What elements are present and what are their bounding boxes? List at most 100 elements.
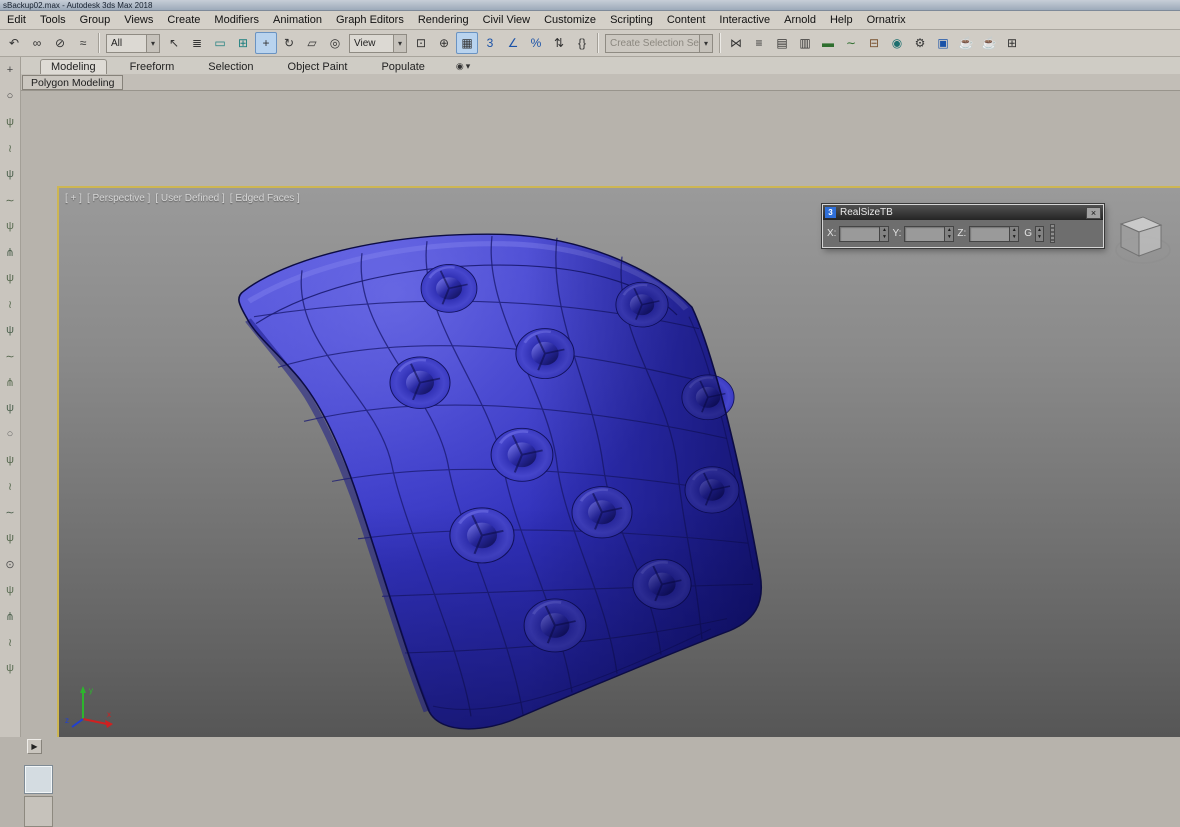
unlink-selection-icon[interactable]: ⊘ <box>49 32 71 54</box>
x-value-field[interactable]: ▲ ▼ <box>839 226 889 242</box>
perspective-viewport[interactable]: [ + ] [ Perspective ] [ User Defined ] [… <box>57 186 1180 737</box>
reference-coordinate-dropdown[interactable]: View ▾ <box>349 34 407 53</box>
rendered-frame-icon[interactable]: ▣ <box>932 32 954 54</box>
viewport-user-menu[interactable]: [ User Defined ] <box>155 193 224 204</box>
g-spinner[interactable]: ▲ ▼ <box>1035 226 1044 242</box>
cushion-model[interactable] <box>239 234 761 729</box>
left-tool-icon[interactable]: ∼ <box>2 499 19 525</box>
realsize-dialog-titlebar[interactable]: 3 RealSizeTB × <box>823 205 1103 220</box>
tab-object-paint[interactable]: Object Paint <box>277 59 359 74</box>
z-value-field[interactable]: ▲ ▼ <box>969 226 1019 242</box>
select-and-move-icon[interactable]: + <box>255 32 277 54</box>
menu-scripting[interactable]: Scripting <box>603 12 660 29</box>
spinner-up-icon[interactable]: ▲ <box>880 227 888 234</box>
left-tool-icon[interactable]: ψ <box>2 447 19 473</box>
spinner-up-icon[interactable]: ▲ <box>1036 227 1043 234</box>
menu-content[interactable]: Content <box>660 12 713 29</box>
left-tool-icon[interactable]: ⋔ <box>2 603 19 629</box>
tab-modeling[interactable]: Modeling <box>40 59 107 74</box>
select-and-rotate-icon[interactable]: ↻ <box>278 32 300 54</box>
spinner-snap-icon[interactable]: ⇅ <box>548 32 570 54</box>
tab-freeform[interactable]: Freeform <box>119 59 186 74</box>
left-tool-icon[interactable]: ≀ <box>2 629 19 655</box>
dialog-grip[interactable] <box>1050 224 1055 243</box>
render-setup-icon[interactable]: ⚙ <box>909 32 931 54</box>
menu-civil-view[interactable]: Civil View <box>476 12 537 29</box>
menu-animation[interactable]: Animation <box>266 12 329 29</box>
material-editor-icon[interactable]: ◉ <box>886 32 908 54</box>
viewport-general-menu[interactable]: [ + ] <box>65 193 82 204</box>
polygon-modeling-panel-tab[interactable]: Polygon Modeling <box>22 75 123 90</box>
expand-arrow-button[interactable]: ▶ <box>27 739 42 754</box>
scene-explorer-icon[interactable]: ▥ <box>794 32 816 54</box>
left-tool-icon[interactable]: ∼ <box>2 343 19 369</box>
menu-interactive[interactable]: Interactive <box>712 12 777 29</box>
ribbon-toggle-icon[interactable]: ▬ <box>817 32 839 54</box>
percent-snap-icon[interactable]: % <box>525 32 547 54</box>
y-spinner[interactable]: ▲ ▼ <box>944 227 953 241</box>
viewcube-cube[interactable] <box>1121 217 1161 256</box>
mirror-icon[interactable]: ⋈ <box>725 32 747 54</box>
left-tool-icon[interactable]: ≀ <box>2 291 19 317</box>
left-tool-icon[interactable]: ψ <box>2 265 19 291</box>
viewport-pov-menu[interactable]: [ Perspective ] <box>87 193 150 204</box>
left-tool-icon[interactable]: ψ <box>2 213 19 239</box>
menu-create[interactable]: Create <box>160 12 207 29</box>
left-tool-icon[interactable]: + <box>2 57 19 83</box>
left-tool-icon[interactable]: ≀ <box>2 135 19 161</box>
left-tool-icon[interactable]: ⋔ <box>2 239 19 265</box>
spinner-down-icon[interactable]: ▼ <box>945 234 953 241</box>
left-tool-icon[interactable]: ψ <box>2 525 19 551</box>
y-value-field[interactable]: ▲ ▼ <box>904 226 954 242</box>
selection-filter-dropdown[interactable]: All ▾ <box>106 34 160 53</box>
left-tool-icon[interactable]: ∼ <box>2 187 19 213</box>
named-selection-sets-icon[interactable]: {} <box>571 32 593 54</box>
left-tool-icon[interactable]: ψ <box>2 655 19 681</box>
spinner-down-icon[interactable]: ▼ <box>1010 234 1018 241</box>
angle-snap-icon[interactable]: ∠ <box>502 32 524 54</box>
menu-views[interactable]: Views <box>117 12 160 29</box>
menu-ornatrix[interactable]: Ornatrix <box>860 12 913 29</box>
render-production-icon[interactable]: ☕ <box>955 32 977 54</box>
left-tool-icon[interactable]: ≀ <box>2 473 19 499</box>
select-and-manipulate-icon[interactable]: ⊕ <box>433 32 455 54</box>
undo-icon[interactable]: ↶ <box>3 32 25 54</box>
spinner-down-icon[interactable]: ▼ <box>1036 234 1043 241</box>
menu-graph-editors[interactable]: Graph Editors <box>329 12 411 29</box>
schematic-view-icon[interactable]: ⊟ <box>863 32 885 54</box>
rectangular-selection-region-icon[interactable]: ▭ <box>209 32 231 54</box>
close-icon[interactable]: × <box>1086 207 1101 219</box>
bind-to-space-warp-icon[interactable]: ≈ <box>72 32 94 54</box>
spinner-up-icon[interactable]: ▲ <box>1010 227 1018 234</box>
left-tool-icon[interactable]: ψ <box>2 161 19 187</box>
spinner-down-icon[interactable]: ▼ <box>880 234 888 241</box>
left-tool-icon[interactable]: ⊙ <box>2 551 19 577</box>
create-selection-set-dropdown[interactable]: Create Selection Se ▾ <box>605 34 713 53</box>
left-panel-button-lower[interactable] <box>24 796 53 827</box>
menu-rendering[interactable]: Rendering <box>411 12 476 29</box>
align-icon[interactable]: ≡ <box>748 32 770 54</box>
viewport-canvas[interactable] <box>59 188 1180 737</box>
tab-populate[interactable]: Populate <box>370 59 435 74</box>
left-tool-icon[interactable]: ψ <box>2 109 19 135</box>
extras-grid-icon[interactable]: ⊞ <box>1001 32 1023 54</box>
keyboard-shortcut-override-icon[interactable]: ▦ <box>456 32 478 54</box>
spinner-up-icon[interactable]: ▲ <box>945 227 953 234</box>
ribbon-config-icon[interactable]: ◉ ▾ <box>456 61 470 74</box>
select-and-link-icon[interactable]: ∞ <box>26 32 48 54</box>
menu-help[interactable]: Help <box>823 12 860 29</box>
select-and-place-icon[interactable]: ◎ <box>324 32 346 54</box>
menu-modifiers[interactable]: Modifiers <box>207 12 266 29</box>
select-and-scale-icon[interactable]: ▱ <box>301 32 323 54</box>
z-spinner[interactable]: ▲ ▼ <box>1009 227 1018 241</box>
tab-selection[interactable]: Selection <box>197 59 264 74</box>
curve-editor-icon[interactable]: ∼ <box>840 32 862 54</box>
g-toggle[interactable]: G <box>1024 228 1032 239</box>
render-iterative-icon[interactable]: ☕ <box>978 32 1000 54</box>
select-object-icon[interactable]: ↖ <box>163 32 185 54</box>
menu-tools[interactable]: Tools <box>33 12 73 29</box>
snap-toggle-3d-icon[interactable]: 3 <box>479 32 501 54</box>
left-tool-icon[interactable]: ψ <box>2 317 19 343</box>
menu-customize[interactable]: Customize <box>537 12 603 29</box>
left-tool-icon[interactable]: ⋔ <box>2 369 19 395</box>
